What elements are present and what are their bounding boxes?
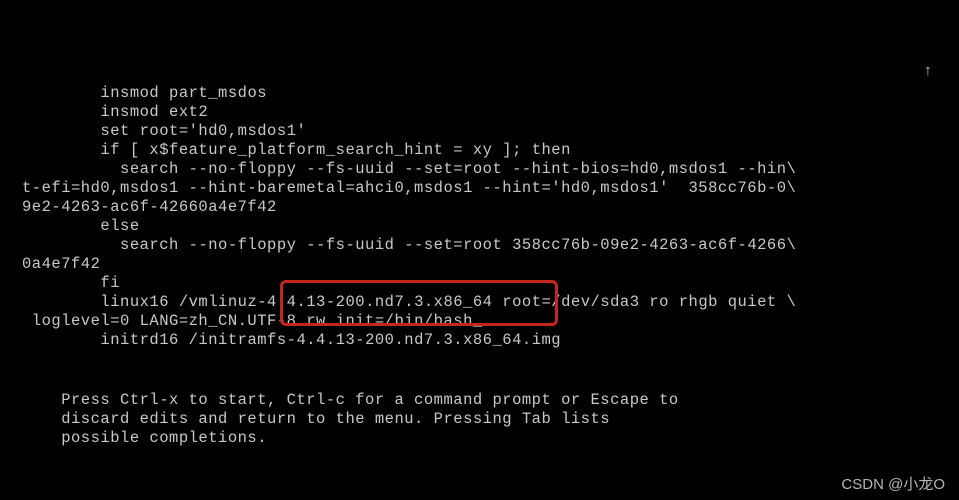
line-insmod-ext2: insmod ext2 [100,103,208,121]
line-search-2b: 0a4e7f42 [22,255,100,273]
help-line-3: possible completions. [22,429,267,447]
text-cursor-icon: _ [473,312,483,331]
line-set-root: set root='hd0,msdos1' [100,122,306,140]
line-else: else [100,217,139,235]
help-line-2: discard edits and return to the menu. Pr… [22,410,610,428]
watermark-label: CSDN @小龙O [841,475,945,494]
help-line-1: Press Ctrl-x to start, Ctrl-c for a comm… [22,391,679,409]
help-footer: Press Ctrl-x to start, Ctrl-c for a comm… [22,372,937,467]
line-insmod-msdos: insmod part_msdos [100,84,267,102]
line-if: if [ x$feature_platform_search_hint = xy… [100,141,570,159]
line-fi: fi [100,274,120,292]
boot-entry-text[interactable]: insmod part_msdos insmod ext2 set root='… [22,65,937,369]
line-search-1b: t-efi=hd0,msdos1 --hint-baremetal=ahci0,… [22,179,796,197]
line-search-2a: search --no-floppy --fs-uuid --set=root … [120,236,796,254]
line-initrd16: initrd16 /initramfs-4.4.13-200.nd7.3.x86… [100,331,561,349]
line-linux16: linux16 /vmlinuz-4.4.13-200.nd7.3.x86_64… [100,293,796,311]
line-loglevel: loglevel=0 LANG=zh_CN.UTF-8 [22,312,306,330]
init-override: rw init=/bin/bash [306,312,473,330]
grub-editor-screen: ↑ insmod part_msdos insmod ext2 set root… [0,0,959,500]
line-search-1a: search --no-floppy --fs-uuid --set=root … [120,160,796,178]
line-search-1c: 9e2-4263-ac6f-42660a4e7f42 [22,198,277,216]
